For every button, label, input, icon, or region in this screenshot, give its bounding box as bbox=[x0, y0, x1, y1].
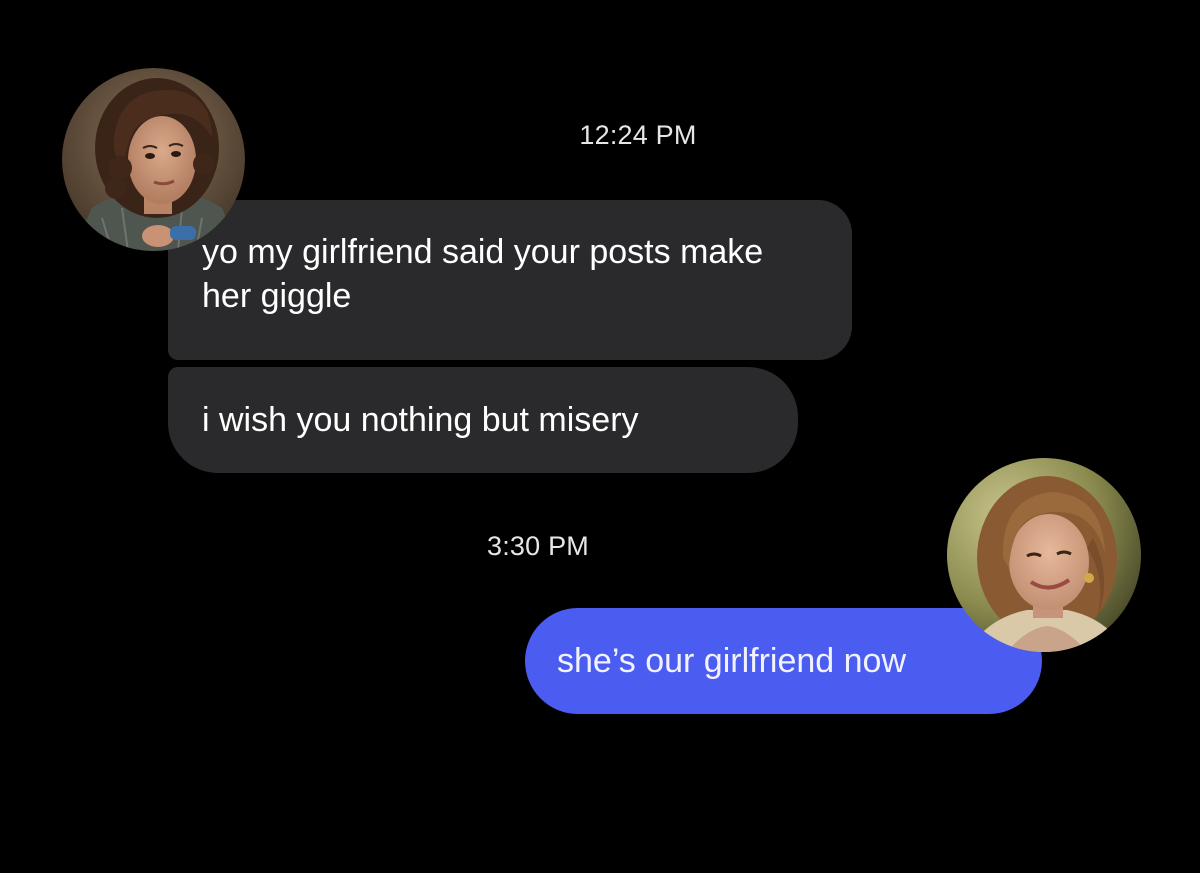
message-text: she’s our girlfriend now bbox=[557, 642, 906, 680]
message-text: i wish you nothing but misery bbox=[202, 401, 639, 439]
outgoing-message-bubble[interactable]: she’s our girlfriend now bbox=[525, 608, 1042, 714]
profile-photo-icon bbox=[947, 458, 1141, 652]
sender-avatar[interactable] bbox=[62, 68, 245, 251]
profile-photo-icon bbox=[62, 68, 245, 251]
recipient-avatar[interactable] bbox=[947, 458, 1141, 652]
incoming-message-bubble[interactable]: i wish you nothing but misery bbox=[168, 367, 798, 473]
message-text: yo my girlfriend said your posts make he… bbox=[202, 233, 764, 315]
incoming-message-bubble[interactable]: yo my girlfriend said your posts make he… bbox=[168, 200, 852, 360]
